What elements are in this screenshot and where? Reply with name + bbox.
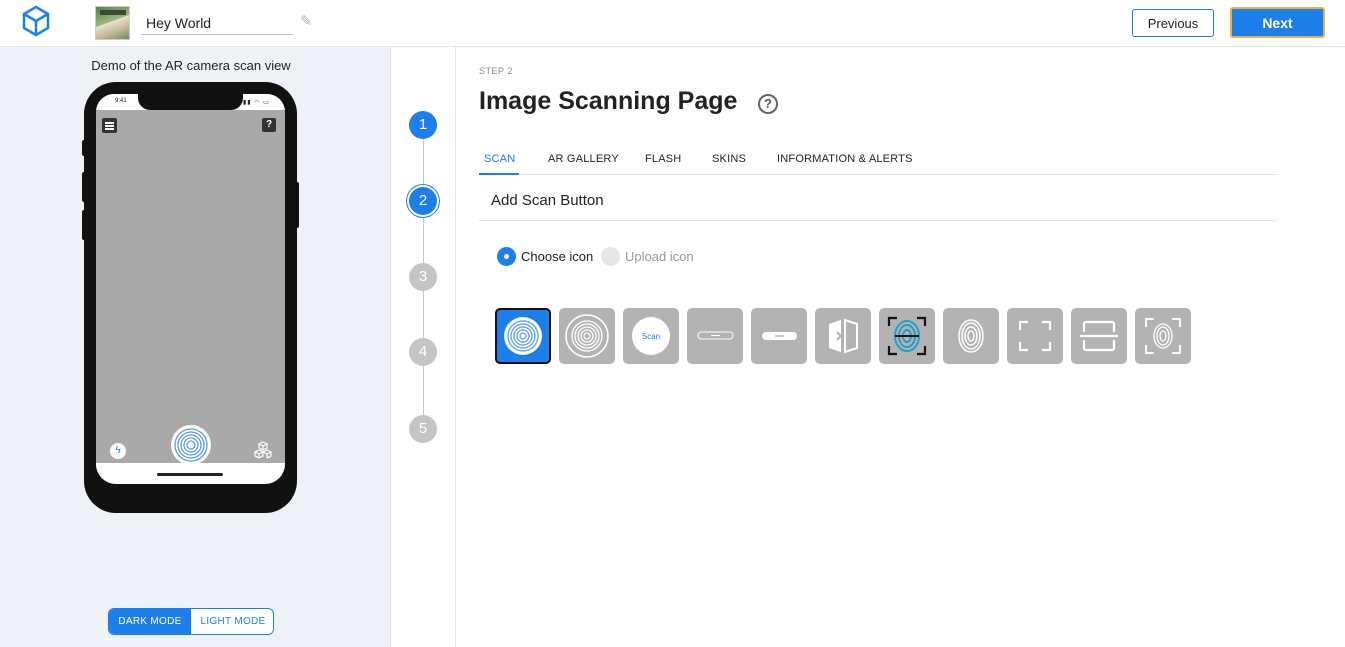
phone-screen: 9:41 ▮▮ ◠ ▭ ? ϟ xyxy=(96,94,285,484)
icon-option[interactable] xyxy=(1135,308,1191,364)
status-bar: 9:41 ▮▮ ◠ ▭ xyxy=(96,94,285,110)
dark-mode-button[interactable]: DARK MODE xyxy=(109,609,191,634)
tab-bar: SCAN AR GALLERY FLASH SKINS INFORMATION … xyxy=(479,150,1277,175)
top-bar: ✎ Previous Next xyxy=(0,0,1345,47)
icon-option[interactable] xyxy=(815,308,871,364)
icon-option[interactable] xyxy=(495,308,551,364)
icon-option[interactable] xyxy=(1007,308,1063,364)
icon-option[interactable] xyxy=(687,308,743,364)
icon-option[interactable] xyxy=(1071,308,1127,364)
scan-frame-bar-icon xyxy=(1080,320,1118,352)
step-1[interactable]: 1 xyxy=(409,111,437,139)
icon-option[interactable] xyxy=(559,308,615,364)
section-header: Add Scan Button xyxy=(479,175,1277,221)
phone-notch xyxy=(138,94,243,110)
flash-icon[interactable]: ϟ xyxy=(110,443,126,459)
icon-option[interactable]: Scan xyxy=(623,308,679,364)
tab-skins[interactable]: SKINS xyxy=(712,150,746,175)
home-indicator-area xyxy=(96,463,285,484)
fingerprint-outline-icon xyxy=(565,314,609,358)
stepper: 1 2 3 4 5 xyxy=(390,47,456,647)
fingerprint-blue-icon xyxy=(504,317,542,355)
step-4[interactable]: 4 xyxy=(409,338,437,366)
fingerprint-frame-icon xyxy=(1145,318,1181,354)
page-title: Image Scanning Page xyxy=(479,87,738,115)
radio-label: Upload icon xyxy=(625,249,694,264)
cubes-icon[interactable] xyxy=(254,441,272,459)
app-logo-icon[interactable] xyxy=(22,5,50,41)
step-5[interactable]: 5 xyxy=(409,415,437,443)
mode-toggle: DARK MODE LIGHT MODE xyxy=(108,608,274,635)
icon-option[interactable] xyxy=(943,308,999,364)
radio-dot xyxy=(497,247,516,266)
fingerprint-white-icon xyxy=(958,319,984,353)
tab-ar-gallery[interactable]: AR GALLERY xyxy=(548,150,619,175)
scan-pill-solid-icon xyxy=(762,332,797,340)
preview-title: Demo of the AR camera scan view xyxy=(91,58,291,73)
fingerprint-frame-cyan-icon xyxy=(887,316,927,356)
scan-circle-icon: Scan xyxy=(632,317,670,355)
home-indicator xyxy=(157,473,223,476)
tab-flash[interactable]: FLASH xyxy=(645,150,681,175)
menu-icon[interactable] xyxy=(102,118,117,133)
fingerprint-icon xyxy=(174,428,208,462)
project-thumbnail[interactable] xyxy=(95,6,130,40)
tab-information-alerts[interactable]: INFORMATION & ALERTS xyxy=(777,150,913,175)
tab-scan[interactable]: SCAN xyxy=(479,150,519,175)
radio-label: Choose icon xyxy=(521,249,594,264)
scan-pill-outline-icon xyxy=(697,331,734,340)
step-label: STEP 2 xyxy=(479,66,513,76)
previous-button[interactable]: Previous xyxy=(1132,9,1214,37)
next-button[interactable]: Next xyxy=(1230,7,1325,38)
scan-frame-corners-icon xyxy=(1018,320,1052,352)
radio-dot xyxy=(601,247,620,266)
question-circle-icon[interactable]: ? xyxy=(758,94,778,114)
step-2[interactable]: 2 xyxy=(409,187,437,215)
split-scan-icon xyxy=(829,318,858,354)
scan-button[interactable] xyxy=(171,425,211,465)
icon-option[interactable] xyxy=(879,308,935,364)
light-mode-button[interactable]: LIGHT MODE xyxy=(191,609,273,634)
help-icon[interactable]: ? xyxy=(262,118,276,132)
scan-text: Scan xyxy=(642,332,660,341)
project-name-input[interactable] xyxy=(141,11,293,35)
section-title: Add Scan Button xyxy=(491,192,604,209)
step-3[interactable]: 3 xyxy=(409,263,437,291)
icon-option[interactable] xyxy=(751,308,807,364)
pencil-icon[interactable]: ✎ xyxy=(300,14,316,30)
status-time: 9:41 xyxy=(115,98,127,104)
signal-wifi-battery-icon: ▮▮ ◠ ▭ xyxy=(243,100,270,106)
main-content: STEP 2 Image Scanning Page ? SCAN AR GAL… xyxy=(457,47,1345,647)
